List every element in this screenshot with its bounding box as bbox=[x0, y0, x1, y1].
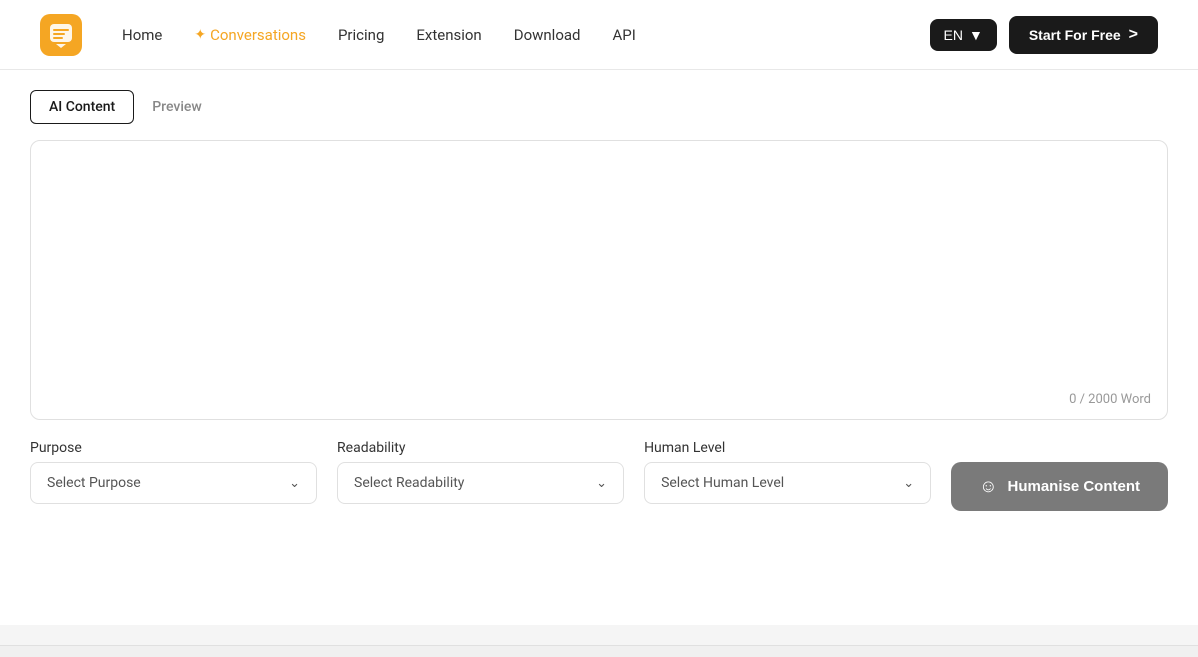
language-button[interactable]: EN ▼ bbox=[930, 19, 997, 51]
chevron-down-icon: ▼ bbox=[969, 27, 983, 43]
purpose-select[interactable]: Select Purpose ⌄ bbox=[30, 462, 317, 504]
purpose-select-value: Select Purpose bbox=[47, 475, 141, 491]
human-level-select-value: Select Human Level bbox=[661, 475, 784, 491]
tabs-container: AI Content Preview bbox=[30, 90, 1168, 124]
readability-label: Readability bbox=[337, 440, 624, 456]
logo-container[interactable] bbox=[40, 14, 82, 56]
face-icon: ☺ bbox=[979, 476, 997, 497]
chevron-right-icon: > bbox=[1129, 26, 1138, 44]
nav-extension[interactable]: Extension bbox=[416, 26, 481, 44]
main-content: AI Content Preview 0 / 2000 Word Purpose… bbox=[0, 70, 1198, 625]
nav-links: Home ✦ Conversations Pricing Extension D… bbox=[122, 26, 930, 44]
nav-pricing[interactable]: Pricing bbox=[338, 26, 384, 44]
language-label: EN bbox=[944, 27, 963, 43]
humanise-button-label: Humanise Content bbox=[1007, 478, 1140, 495]
start-button-label: Start For Free bbox=[1029, 27, 1121, 43]
nav-right: EN ▼ Start For Free > bbox=[930, 16, 1158, 54]
logo-icon bbox=[40, 14, 82, 56]
purpose-label: Purpose bbox=[30, 440, 317, 456]
ai-content-input[interactable] bbox=[47, 157, 1151, 397]
controls-row: Purpose Select Purpose ⌄ Readability Sel… bbox=[30, 440, 1168, 511]
navbar: Home ✦ Conversations Pricing Extension D… bbox=[0, 0, 1198, 70]
sparkle-icon: ✦ bbox=[194, 27, 206, 43]
conversations-label: Conversations bbox=[210, 26, 306, 44]
nav-home[interactable]: Home bbox=[122, 26, 162, 44]
word-count: 0 / 2000 Word bbox=[1069, 392, 1151, 407]
text-editor-container: 0 / 2000 Word bbox=[30, 140, 1168, 420]
bottom-bar bbox=[0, 645, 1198, 657]
human-level-chevron-icon: ⌄ bbox=[903, 476, 914, 491]
humanise-content-button[interactable]: ☺ Humanise Content bbox=[951, 462, 1168, 511]
tab-preview[interactable]: Preview bbox=[134, 91, 220, 123]
readability-chevron-icon: ⌄ bbox=[596, 476, 607, 491]
nav-conversations[interactable]: ✦ Conversations bbox=[194, 26, 306, 44]
readability-select[interactable]: Select Readability ⌄ bbox=[337, 462, 624, 504]
nav-api[interactable]: API bbox=[613, 26, 636, 44]
tab-ai-content[interactable]: AI Content bbox=[30, 90, 134, 124]
human-level-group: Human Level Select Human Level ⌄ bbox=[644, 440, 931, 504]
human-level-select[interactable]: Select Human Level ⌄ bbox=[644, 462, 931, 504]
human-level-label: Human Level bbox=[644, 440, 931, 456]
start-for-free-button[interactable]: Start For Free > bbox=[1009, 16, 1158, 54]
readability-select-value: Select Readability bbox=[354, 475, 464, 491]
nav-download[interactable]: Download bbox=[514, 26, 581, 44]
purpose-chevron-icon: ⌄ bbox=[289, 476, 300, 491]
purpose-group: Purpose Select Purpose ⌄ bbox=[30, 440, 317, 504]
humanise-group: ☺ Humanise Content bbox=[951, 440, 1168, 511]
humanise-spacer bbox=[951, 440, 1168, 456]
readability-group: Readability Select Readability ⌄ bbox=[337, 440, 624, 504]
page-wrapper: Home ✦ Conversations Pricing Extension D… bbox=[0, 0, 1198, 657]
